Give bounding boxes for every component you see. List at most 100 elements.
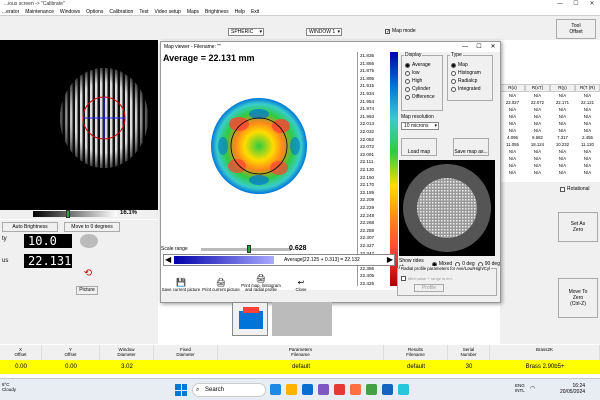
map-mode-checkbox[interactable]: ✓ Map mode: [385, 28, 416, 34]
display-radio[interactable]: [405, 86, 410, 92]
store-icon[interactable]: [318, 384, 329, 395]
print-map-button[interactable]: 🖨 Print map, histogram and radial profile: [241, 268, 281, 294]
menu-item-3[interactable]: Options: [86, 9, 103, 15]
bottom-header-cell: Brass2K: [490, 345, 600, 360]
type-radio[interactable]: [451, 78, 456, 84]
menu-item-2[interactable]: Windows: [60, 9, 80, 15]
type-group-title: Type: [450, 52, 463, 58]
task-view-icon[interactable]: [270, 384, 281, 395]
table-row: N/A N/A N/A N/A: [500, 120, 600, 127]
language-indicator[interactable]: ENG INTL: [515, 383, 525, 393]
preview-icon: [239, 307, 263, 329]
menu-item-8[interactable]: Brightness: [205, 9, 229, 15]
picture-button[interactable]: Picture: [76, 286, 98, 295]
weather-widget[interactable]: 8°C Cloudy: [2, 382, 16, 392]
menu-item-1[interactable]: Maintenance: [25, 9, 54, 15]
display-option-2[interactable]: High: [405, 77, 442, 85]
type-option-1[interactable]: Histogram: [451, 69, 492, 77]
brightness-bar[interactable]: [33, 211, 117, 217]
table-cell: N/A: [583, 114, 592, 119]
type-option-2[interactable]: Radialcp: [451, 77, 492, 85]
profile-button[interactable]: Profile: [414, 284, 444, 292]
taskbar-apps: [270, 384, 409, 395]
search-box[interactable]: ⌕ Search: [192, 383, 266, 397]
table-cell: 2.455: [582, 135, 593, 140]
save-map-button[interactable]: Save map as...: [453, 138, 489, 156]
display-radio[interactable]: [405, 94, 410, 100]
results-header: R(x) R(xT) R(y) R(T (R): [500, 84, 600, 92]
menu-item-9[interactable]: Help: [235, 9, 245, 15]
display-option-3[interactable]: Cylinder: [405, 85, 442, 93]
type-radio[interactable]: [451, 62, 456, 68]
edge-icon[interactable]: [302, 384, 313, 395]
results-table: R(x) R(xT) R(y) R(T (R) N/A N/A N/A N/A 22.027 2…: [500, 84, 600, 176]
radial-check[interactable]: [401, 276, 406, 281]
table-cell: N/A: [558, 107, 567, 112]
display-radio[interactable]: [405, 62, 410, 68]
type-option-0[interactable]: Map: [451, 61, 492, 69]
display-radio[interactable]: [405, 78, 410, 84]
menu-item-5[interactable]: Test: [139, 9, 148, 15]
picture-icon[interactable]: ⟲: [80, 268, 96, 286]
close-button[interactable]: ✕: [584, 0, 600, 9]
radial-check-label: Mint value + range is em.: [408, 276, 453, 281]
dialog-maximize-button[interactable]: ☐: [472, 42, 486, 52]
scale-range-handle[interactable]: [247, 245, 251, 253]
slider-right-icon[interactable]: ▶: [387, 256, 393, 264]
close-dialog-button[interactable]: ↩ Close: [281, 268, 321, 294]
app-icon-4[interactable]: [382, 384, 393, 395]
start-icon[interactable]: [175, 384, 187, 396]
rotational-check[interactable]: [560, 186, 565, 192]
move-zero-button[interactable]: Move to 0 degrees: [64, 222, 120, 232]
load-map-button[interactable]: Load map: [401, 138, 437, 156]
save-picture-button[interactable]: 💾 Save current picture: [161, 268, 201, 294]
scale-label: 22.229: [360, 205, 375, 210]
window-select[interactable]: WINDOW 1: [306, 28, 342, 36]
dialog-minimize-button[interactable]: —: [458, 42, 472, 52]
app-icon-5[interactable]: [398, 384, 409, 395]
table-row: 22.027 22.072 22.171 22.121: [500, 99, 600, 106]
map-resolution-label: Map resolution: [401, 114, 434, 120]
minimize-button[interactable]: —: [552, 0, 568, 9]
clock[interactable]: 16:24 20/05/2024: [560, 383, 585, 395]
bottom-header-row: X Offset Y Offset Window Diameter Fixed Dia…: [0, 345, 600, 360]
radial-checkbox[interactable]: Mint value + range is em.: [401, 276, 453, 281]
display-radio[interactable]: [405, 70, 410, 76]
app-icon-1[interactable]: [334, 384, 345, 395]
auto-brightness-button[interactable]: Auto Brightness: [2, 222, 58, 232]
app-icon-3[interactable]: [366, 384, 377, 395]
average-slider[interactable]: ◀ Average[22.125 + 0.313] = 22.132 ▶: [163, 254, 395, 266]
map-mode-check[interactable]: ✓: [385, 28, 390, 34]
type-radio[interactable]: [451, 70, 456, 76]
menu-item-10[interactable]: Exit: [251, 9, 259, 15]
maximize-button[interactable]: ☐: [568, 0, 584, 9]
wifi-icon[interactable]: ◠: [530, 385, 535, 392]
display-option-0[interactable]: Average: [405, 61, 442, 69]
dialog-title: Map viewer - Filename: "": [161, 42, 500, 52]
table-cell: 22.171: [555, 100, 570, 105]
type-option-3[interactable]: Integrated: [451, 85, 492, 93]
display-option-1[interactable]: low: [405, 69, 442, 77]
move-to-zero-button[interactable]: Move To Zero (Ctrl-Z): [558, 278, 598, 318]
app-icon-2[interactable]: [350, 384, 361, 395]
display-option-4[interactable]: Difference: [405, 93, 442, 101]
type-radio[interactable]: [451, 86, 456, 92]
rotational-checkbox[interactable]: Rotational: [560, 186, 590, 192]
lens-type-select[interactable]: SPHERIC: [228, 28, 264, 36]
map-resolution-select[interactable]: 10 microns: [401, 122, 439, 130]
menu-item-7[interactable]: Maps: [187, 9, 199, 15]
brightness-handle[interactable]: [66, 210, 70, 218]
dialog-close-button[interactable]: ✕: [486, 42, 500, 52]
file-explorer-icon[interactable]: [286, 384, 297, 395]
center-preview[interactable]: [232, 302, 268, 336]
slider-left-icon[interactable]: ◀: [165, 256, 171, 264]
menu-item-0[interactable]: ...erator: [2, 9, 19, 15]
scale-range-track[interactable]: [201, 248, 291, 251]
menu-item-6[interactable]: Video setup: [154, 9, 180, 15]
menu-item-4[interactable]: Calibration: [109, 9, 133, 15]
set-as-zero-button[interactable]: Set As Zero: [558, 212, 598, 242]
bottom-header-cell: X Offset: [0, 345, 42, 360]
print-picture-button[interactable]: 🖨 Print current picture: [201, 268, 241, 294]
tool-offset-button[interactable]: Tool Offset: [556, 19, 596, 39]
scale-label: 22.327: [360, 243, 375, 248]
